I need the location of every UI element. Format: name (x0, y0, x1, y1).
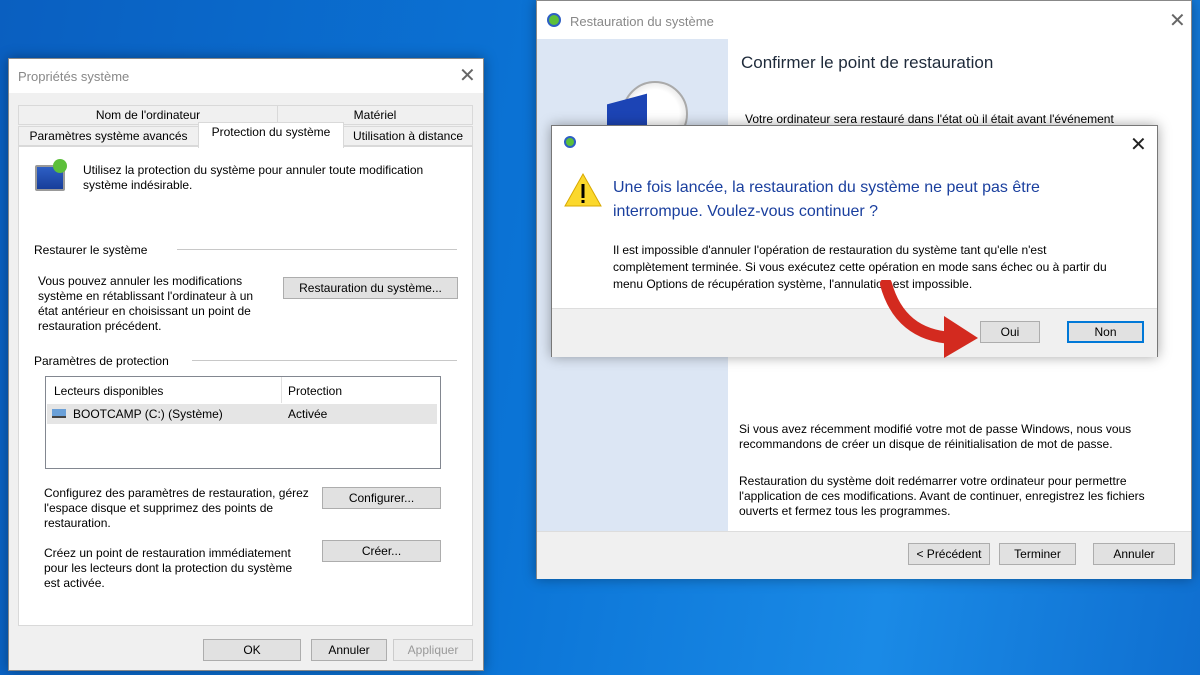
tab-advanced[interactable]: Paramètres système avancés (18, 126, 199, 146)
restore-text: Vous pouvez annuler les modifications sy… (38, 274, 254, 333)
drive-icon (52, 409, 66, 418)
window-title: Propriétés système (18, 69, 130, 84)
dialog-detail: Il est impossible d'annuler l'opération … (613, 243, 1107, 291)
cancel-button[interactable]: Annuler (311, 639, 387, 661)
dialog-question: Une fois lancée, la restauration du syst… (613, 179, 1040, 220)
close-icon[interactable]: ✕ (1130, 135, 1147, 155)
intro-text: Utilisez la protection du système pour a… (83, 163, 424, 192)
protection-group-label: Paramètres de protection (34, 354, 169, 368)
confirm-dialog: ✕ Une fois lancée, la restauration du sy… (551, 125, 1158, 357)
drive-name: BOOTCAMP (C:) (Système) (73, 407, 223, 421)
system-properties-window: Propriétés système ✕ Nom de l'ordinateur… (8, 58, 484, 671)
apply-button[interactable]: Appliquer (393, 639, 473, 661)
drive-status: Activée (288, 407, 328, 421)
configure-button[interactable]: Configurer... (322, 487, 441, 509)
col-drives[interactable]: Lecteurs disponibles (54, 384, 163, 399)
back-button[interactable]: < Précédent (908, 543, 990, 565)
restore-app-icon (564, 136, 576, 148)
create-button[interactable]: Créer... (322, 540, 441, 562)
tab-system-protection[interactable]: Protection du système (198, 122, 344, 148)
close-icon[interactable]: ✕ (459, 66, 476, 86)
password-note: Si vous avez récemment modifié votre mot… (739, 422, 1132, 451)
restart-note: Restauration du système doit redémarrer … (739, 474, 1145, 518)
restore-group-label: Restaurer le système (34, 243, 148, 257)
finish-button[interactable]: Terminer (999, 543, 1076, 565)
ok-button[interactable]: OK (203, 639, 301, 661)
wizard-heading: Confirmer le point de restauration (741, 53, 994, 72)
wizard-title: Restauration du système (570, 14, 714, 29)
tab-remote[interactable]: Utilisation à distance (343, 126, 473, 146)
warning-icon (564, 172, 602, 207)
drives-list[interactable]: Lecteurs disponibles Protection BOOTCAMP… (45, 376, 441, 469)
tab-panel: Utilisez la protection du système pour a… (18, 146, 473, 626)
red-arrow-annotation (880, 280, 978, 358)
close-icon[interactable]: ✕ (1169, 11, 1186, 31)
restore-app-icon (547, 13, 561, 27)
system-restore-button[interactable]: Restauration du système... (283, 277, 458, 299)
col-protection[interactable]: Protection (288, 384, 342, 399)
no-button[interactable]: Non (1067, 321, 1144, 343)
create-text: Créez un point de restauration immédiate… (44, 546, 293, 590)
wizard-cancel-button[interactable]: Annuler (1093, 543, 1175, 565)
drive-row[interactable]: BOOTCAMP (C:) (Système) Activée (47, 404, 437, 424)
configure-text: Configurez des paramètres de restauratio… (44, 486, 309, 530)
